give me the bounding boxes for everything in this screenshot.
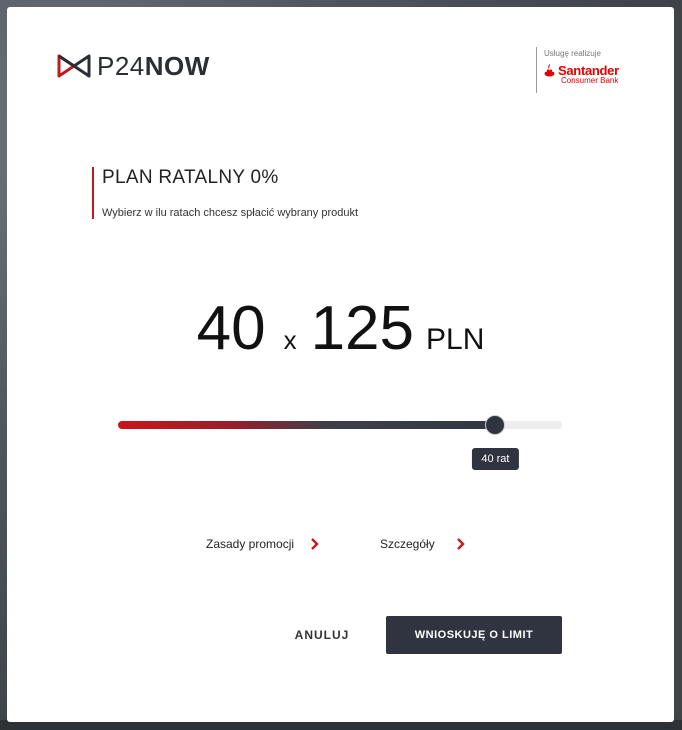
partner-logo: Usługę realizuje Santander Consumer Bank xyxy=(536,47,619,93)
details-link[interactable]: Szczegóły xyxy=(380,537,466,551)
installment-amount: 40 x 125 PLN xyxy=(7,293,674,364)
p24now-logo: P24NOW xyxy=(57,53,210,79)
p24now-logo-icon xyxy=(57,54,91,78)
apply-for-limit-button[interactable]: WNIOSKUJĘ O LIMIT xyxy=(386,616,562,654)
plan-subtitle: Wybierz w ilu ratach chcesz spłacić wybr… xyxy=(102,207,359,219)
cancel-button[interactable]: ANULUJ xyxy=(277,616,367,654)
partner-caption: Usługę realizuje xyxy=(544,49,601,58)
installments-slider[interactable]: 40 rat xyxy=(118,415,562,470)
installment-value: 125 xyxy=(310,294,415,363)
chevron-right-icon xyxy=(311,538,319,550)
santander-flame-icon xyxy=(544,64,555,77)
multiply-sign: x xyxy=(283,325,297,355)
details-label: Szczegóły xyxy=(380,537,435,551)
plan-section: PLAN RATALNY 0% Wybierz w ilu ratach chc… xyxy=(92,167,358,219)
promo-rules-link[interactable]: Zasady promocji xyxy=(206,537,320,551)
promo-rules-label: Zasady promocji xyxy=(206,537,295,551)
slider-fill xyxy=(118,421,496,429)
slider-value-tooltip: 40 rat xyxy=(472,448,519,470)
plan-title: PLAN RATALNY 0% xyxy=(102,167,279,188)
chevron-right-icon xyxy=(456,538,465,550)
installment-modal: P24NOW Usługę realizuje Santander Consum… xyxy=(7,7,674,722)
slider-handle[interactable] xyxy=(485,415,506,435)
currency-label: PLN xyxy=(426,323,485,356)
partner-subtitle: Consumer Bank xyxy=(561,76,619,85)
installment-count: 40 xyxy=(196,294,266,363)
info-links: Zasady promocji Szczegóły xyxy=(7,537,674,557)
logo-wordmark: P24NOW xyxy=(97,51,210,81)
